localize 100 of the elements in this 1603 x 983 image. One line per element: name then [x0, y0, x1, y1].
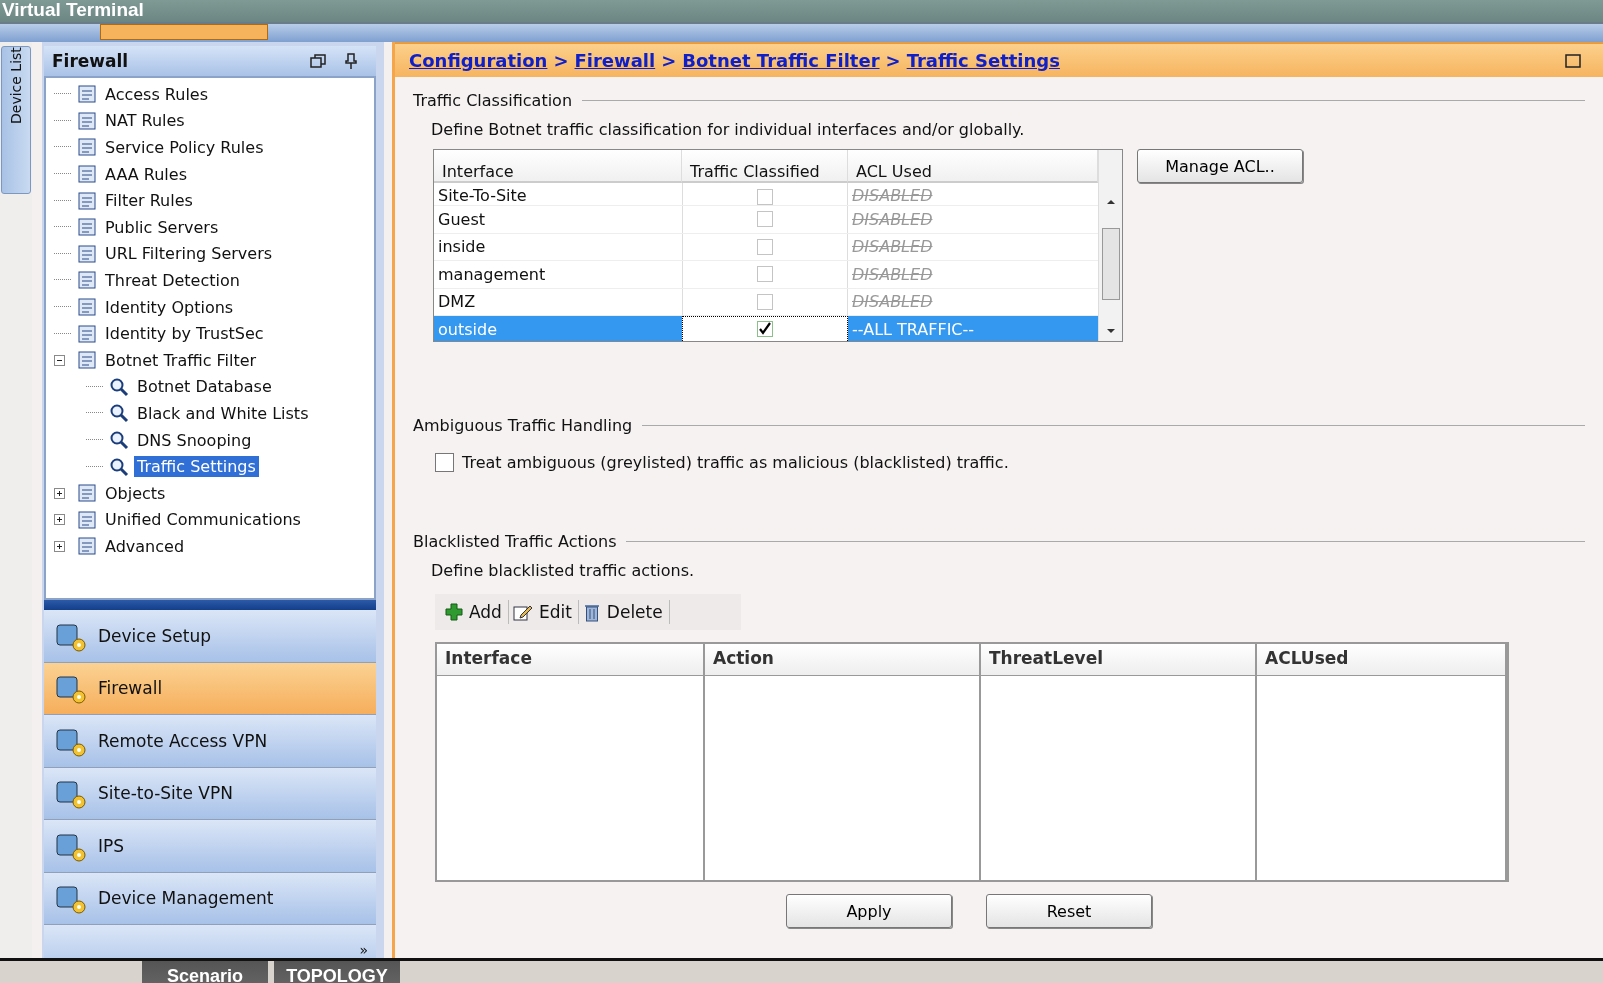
- edit-button[interactable]: Edit: [510, 600, 579, 624]
- expand-icon[interactable]: [54, 487, 65, 499]
- scroll-down-icon[interactable]: [1105, 327, 1116, 335]
- table-cell: DISABLED: [852, 237, 933, 257]
- document-icon: [76, 110, 98, 131]
- maximize-icon[interactable]: [1565, 53, 1581, 68]
- more-chevron[interactable]: »: [359, 942, 368, 958]
- checkbox[interactable]: [435, 453, 454, 472]
- column-header[interactable]: Traffic Classified: [682, 150, 848, 183]
- checkbox[interactable]: [757, 321, 773, 338]
- splitter-handle[interactable]: [44, 600, 376, 610]
- expand-icon[interactable]: [54, 540, 65, 552]
- nav-button[interactable]: Remote Access VPN: [44, 715, 376, 768]
- tree-item[interactable]: AAA Rules: [102, 163, 190, 185]
- document-icon: [76, 350, 98, 371]
- scroll-up-icon[interactable]: [1105, 198, 1116, 206]
- tree-item[interactable]: Unified Communications: [102, 509, 304, 531]
- nav-button[interactable]: Device Setup: [44, 610, 376, 663]
- table-cell-text: outside: [437, 318, 498, 341]
- table-cell: --ALL TRAFFIC--: [852, 319, 975, 339]
- document-icon: [76, 536, 98, 557]
- section-title: Blacklisted Traffic Actions: [413, 532, 617, 551]
- tree-item[interactable]: Black and White Lists: [134, 402, 312, 424]
- tree-item[interactable]: NAT Rules: [102, 110, 188, 132]
- plus-icon: [445, 603, 463, 621]
- breadcrumb-link[interactable]: Configuration: [409, 50, 548, 71]
- column-header[interactable]: Interface: [437, 644, 705, 676]
- table-cell-text: Guest: [437, 208, 486, 231]
- tree-item[interactable]: Botnet Database: [134, 376, 275, 398]
- column-header[interactable]: ACLUsed: [1257, 644, 1507, 676]
- tree-item[interactable]: Identity by TrustSec: [102, 323, 267, 345]
- magnifier-icon: [108, 376, 130, 397]
- table-cell: DISABLED: [852, 292, 933, 312]
- manage-acl-button[interactable]: Manage ACL..: [1137, 149, 1303, 183]
- breadcrumb-link[interactable]: Firewall: [574, 50, 656, 71]
- checkbox[interactable]: [757, 238, 773, 255]
- collapse-icon[interactable]: [54, 354, 65, 366]
- tree-item[interactable]: Filter Rules: [102, 190, 196, 212]
- tree-item[interactable]: Identity Options: [102, 296, 237, 318]
- column-header[interactable]: ACL Used: [848, 150, 1098, 183]
- restore-icon[interactable]: [310, 54, 326, 68]
- table-cell-text: management: [437, 263, 547, 286]
- table-cell: DISABLED: [852, 264, 933, 284]
- document-icon: [76, 137, 98, 158]
- dialog-button[interactable]: Apply: [786, 894, 952, 928]
- pencil-icon: [512, 603, 533, 621]
- section-title: Ambiguous Traffic Handling: [413, 416, 633, 435]
- breadcrumb-link[interactable]: Botnet Traffic Filter: [682, 50, 880, 71]
- magnifier-icon: [108, 430, 130, 450]
- checkbox[interactable]: [757, 189, 773, 205]
- tree-item[interactable]: Service Policy Rules: [102, 137, 267, 158]
- column-header[interactable]: Action: [705, 644, 981, 676]
- device-list-tab[interactable]: Device List: [0, 42, 32, 958]
- tree-item[interactable]: Advanced: [102, 535, 188, 557]
- tree-item[interactable]: DNS Snooping: [134, 429, 255, 451]
- table-cell: DISABLED: [852, 186, 933, 205]
- tree-item[interactable]: Botnet Traffic Filter: [102, 349, 260, 371]
- scrollbar[interactable]: [1098, 150, 1122, 341]
- column-header[interactable]: Interface: [434, 150, 682, 183]
- delete-button[interactable]: Delete: [580, 600, 670, 624]
- nav-button[interactable]: Site-to-Site VPN: [44, 767, 376, 820]
- table-row[interactable]: Guest DISABLED: [434, 206, 1098, 234]
- nav-button[interactable]: Firewall: [44, 662, 376, 715]
- table-row[interactable]: Site-To-Site DISABLED: [434, 183, 1098, 206]
- tree-item[interactable]: Objects: [102, 482, 169, 504]
- section-description: Define Botnet traffic classification for individual interfaces and/or globally.: [431, 120, 1026, 139]
- document-icon: [76, 270, 98, 291]
- column-header[interactable]: ThreatLevel: [981, 644, 1257, 676]
- expand-icon[interactable]: [54, 514, 65, 526]
- checkbox[interactable]: [757, 293, 773, 310]
- window-title: Virtual Terminal: [2, 0, 144, 20]
- breadcrumb-separator: >: [553, 50, 569, 71]
- add-button[interactable]: Add: [443, 600, 509, 624]
- document-icon: [76, 164, 98, 185]
- dialog-button[interactable]: Reset: [986, 894, 1152, 928]
- document-icon: [76, 243, 98, 264]
- sidebar-title: Firewall: [52, 51, 130, 71]
- table-cell-text: inside: [437, 236, 487, 259]
- document-icon: [76, 190, 98, 211]
- pin-icon[interactable]: [344, 53, 358, 69]
- bottom-tab[interactable]: TOPOLOGY: [274, 961, 400, 983]
- section-description: Define blacklisted traffic actions.: [431, 561, 696, 580]
- document-icon: [76, 217, 98, 238]
- document-icon: [76, 483, 98, 504]
- breadcrumb-link[interactable]: Traffic Settings: [906, 50, 1060, 71]
- breadcrumb-separator: >: [885, 50, 901, 71]
- tree-item[interactable]: Public Servers: [102, 216, 222, 238]
- table-cell-text: DMZ: [437, 291, 477, 314]
- table-row[interactable]: inside DISABLED: [434, 233, 1098, 261]
- tree-item[interactable]: URL Filtering Servers: [102, 243, 276, 265]
- document-icon: [76, 297, 98, 318]
- checkbox[interactable]: [757, 266, 773, 283]
- bottom-tab[interactable]: Scenario: [142, 961, 268, 983]
- nav-button[interactable]: IPS: [44, 820, 376, 873]
- table-row[interactable]: management DISABLED: [434, 261, 1098, 289]
- tree-item[interactable]: Traffic Settings: [134, 456, 259, 478]
- nav-button[interactable]: Device Management: [44, 872, 376, 925]
- tree-item[interactable]: Access Rules: [102, 83, 212, 105]
- tree-item[interactable]: Threat Detection: [102, 269, 243, 291]
- checkbox[interactable]: [757, 211, 773, 228]
